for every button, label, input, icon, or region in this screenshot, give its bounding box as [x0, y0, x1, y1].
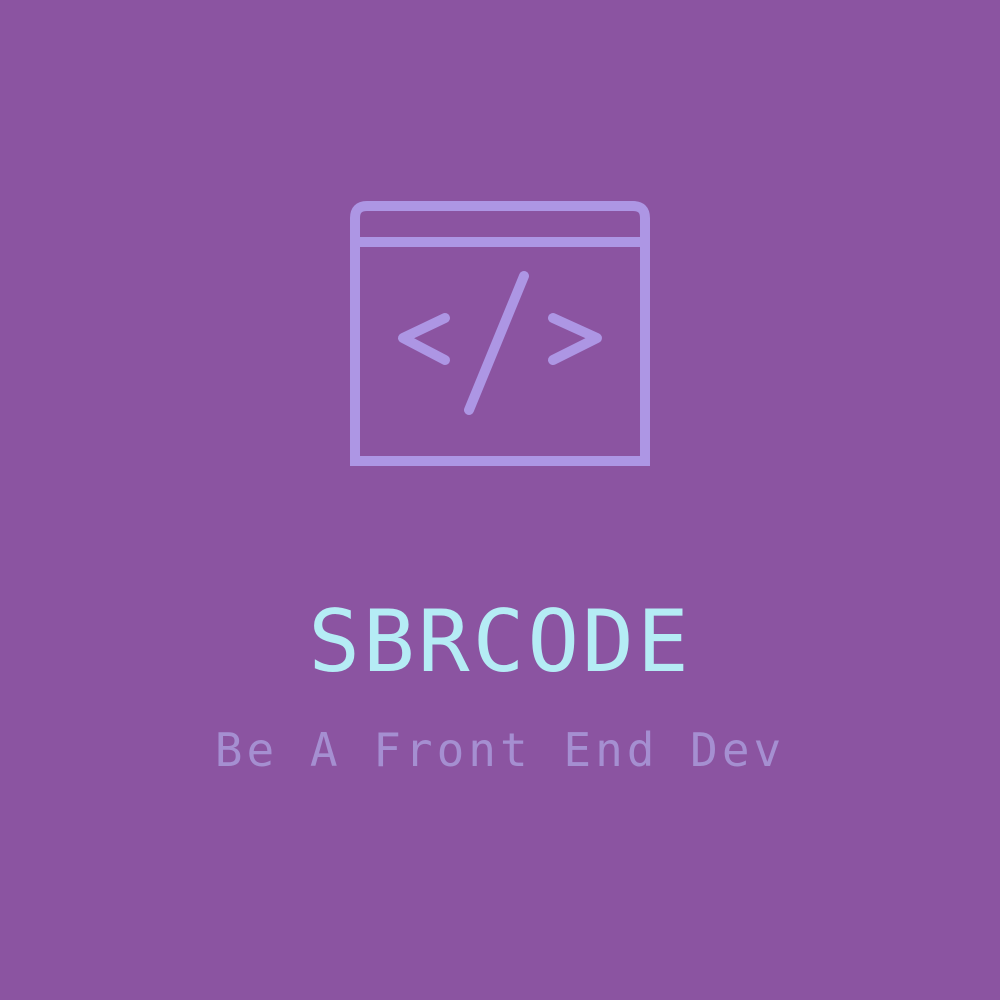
logo-card: SBRCODE Be A Front End Dev: [0, 0, 1000, 1000]
tagline: Be A Front End Dev: [214, 723, 786, 777]
brand-name: SBRCODE: [308, 592, 692, 692]
code-window-icon: [350, 201, 650, 466]
